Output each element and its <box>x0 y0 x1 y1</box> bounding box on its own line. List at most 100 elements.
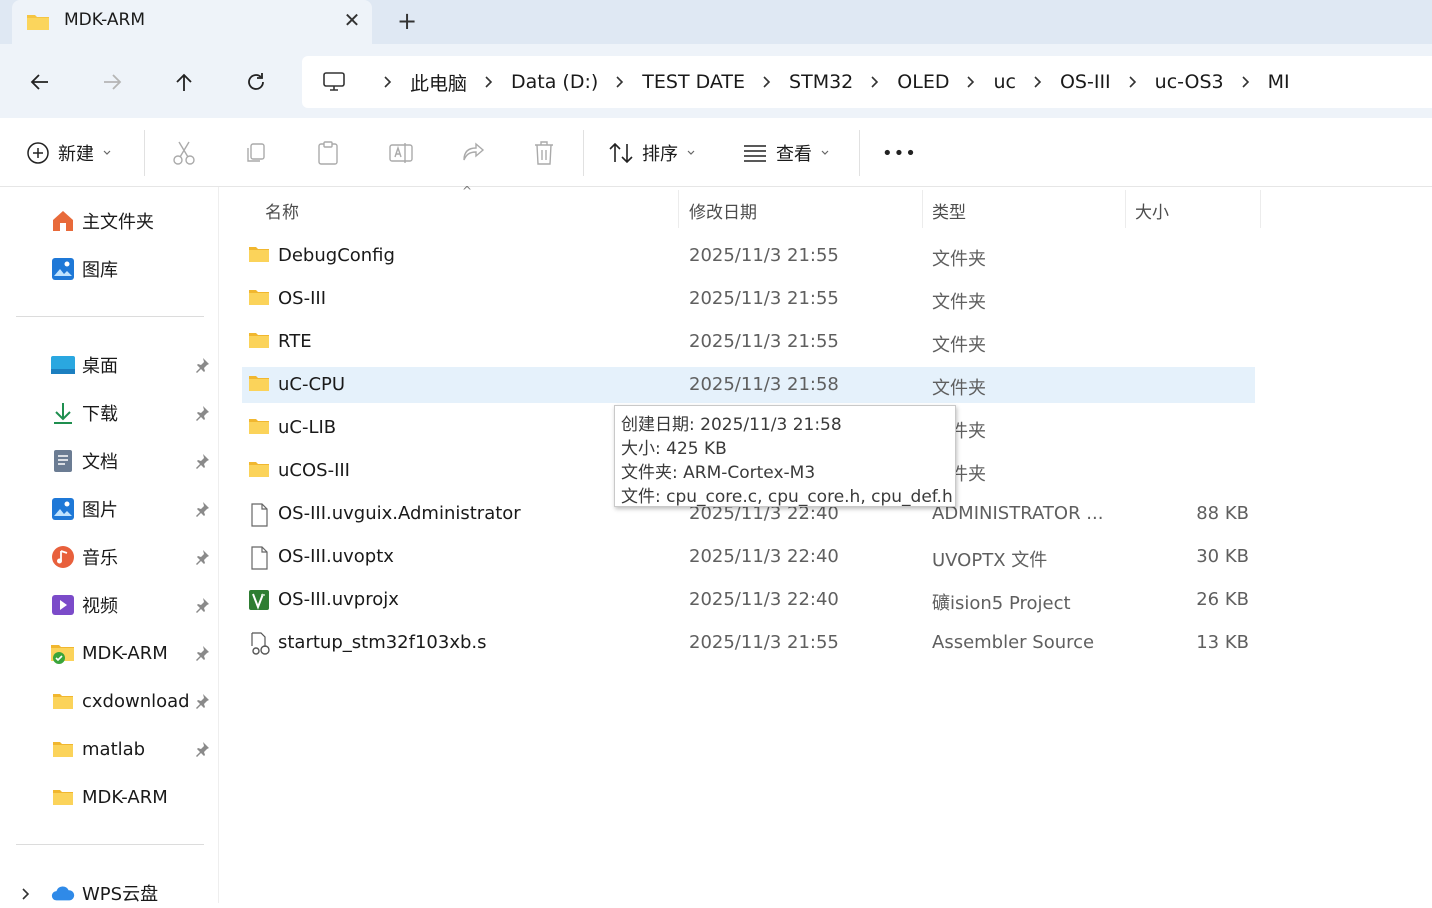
back-button[interactable] <box>22 64 58 100</box>
sidebar-item-label: matlab <box>82 738 146 760</box>
video-icon <box>50 593 76 617</box>
navigation-bar: 此电脑 Data (D:) TEST DATE STM32 OLED uc OS-III uc… <box>0 44 1432 118</box>
document-icon <box>50 449 76 473</box>
sidebar-item[interactable]: 下载 <box>50 398 118 428</box>
more-options-button[interactable]: ••• <box>882 138 917 168</box>
column-divider[interactable] <box>922 190 923 228</box>
breadcrumb-item[interactable]: OLED <box>897 71 949 93</box>
file-size: 26 KB <box>1196 589 1249 610</box>
breadcrumb-item[interactable]: uc <box>993 71 1016 93</box>
sidebar-item[interactable]: MDK-ARM <box>50 638 168 668</box>
file-type: 文件夹 <box>932 378 986 399</box>
breadcrumb-item[interactable]: OS-III <box>1060 71 1111 93</box>
file-row[interactable]: startup_stm32f103xb.s 2025/11/3 21:55 Asse… <box>242 625 1255 661</box>
sidebar-item-label: 视频 <box>82 596 118 617</box>
chevron-down-icon <box>103 150 111 155</box>
file-row[interactable]: OS-III.uvoptx 2025/11/3 22:40 UVOPTX 文件 30 … <box>242 539 1255 575</box>
column-type[interactable]: 类型 <box>932 198 966 223</box>
cloud-icon <box>50 883 76 903</box>
pin-icon[interactable] <box>194 453 210 469</box>
paste-button[interactable] <box>316 138 340 168</box>
pin-icon[interactable] <box>194 597 210 613</box>
column-divider[interactable] <box>1125 190 1126 228</box>
clipboard-icon <box>318 141 338 165</box>
file-row[interactable]: DebugConfig 2025/11/3 21:55 文件夹 <box>242 238 1255 274</box>
column-size[interactable]: 大小 <box>1135 198 1169 223</box>
column-date[interactable]: 修改日期 <box>689 198 757 223</box>
breadcrumb-item[interactable]: 此电脑 <box>410 69 467 96</box>
refresh-button[interactable] <box>238 64 274 100</box>
sidebar-item[interactable]: 主文件夹 <box>50 206 154 236</box>
breadcrumb-item[interactable]: uc-OS3 <box>1155 71 1224 93</box>
sidebar-item[interactable]: matlab <box>50 734 145 764</box>
sort-button[interactable]: 排序 <box>608 138 696 168</box>
sidebar-item[interactable]: 文档 <box>50 446 118 476</box>
sidebar-item[interactable]: WPS云盘 <box>50 878 158 908</box>
column-name[interactable]: 名称 <box>265 198 299 223</box>
forward-button[interactable] <box>94 64 130 100</box>
rename-button[interactable] <box>388 138 414 168</box>
view-button[interactable]: 查看 <box>742 138 830 168</box>
tab-mdk-arm[interactable]: MDK-ARM ✕ <box>12 0 372 44</box>
breadcrumb-separator-icon[interactable] <box>1111 75 1155 89</box>
column-divider[interactable] <box>678 190 679 228</box>
cut-button[interactable] <box>172 138 196 168</box>
folder-synced-icon <box>50 642 76 664</box>
folder-icon <box>248 374 270 396</box>
tooltip-size: 大小: 425 KB <box>621 439 727 459</box>
breadcrumb-separator-icon[interactable] <box>1224 75 1268 89</box>
file-type: 礦ision5 Project <box>932 593 1071 614</box>
sidebar-item[interactable]: 图片 <box>50 494 118 524</box>
chevron-down-icon <box>821 150 829 155</box>
pin-icon[interactable] <box>194 645 210 661</box>
delete-button[interactable] <box>532 138 556 168</box>
chevron-right-icon[interactable] <box>20 886 32 905</box>
column-divider[interactable] <box>1260 190 1261 228</box>
breadcrumb-separator-icon[interactable] <box>853 75 897 89</box>
new-button[interactable]: 新建 <box>26 138 112 168</box>
file-date: 2025/11/3 22:40 <box>689 589 839 610</box>
folder-icon <box>248 245 270 267</box>
breadcrumb-item[interactable]: MI <box>1268 71 1290 93</box>
file-row[interactable]: OS-III 2025/11/3 21:55 文件夹 <box>242 281 1255 317</box>
computer-icon[interactable] <box>302 71 366 93</box>
file-row[interactable]: uC-CPU 2025/11/3 21:58 文件夹 <box>242 367 1255 403</box>
copy-button[interactable] <box>244 138 268 168</box>
pin-icon[interactable] <box>194 501 210 517</box>
file-size: 88 KB <box>1196 503 1249 524</box>
address-bar[interactable]: 此电脑 Data (D:) TEST DATE STM32 OLED uc OS-III uc… <box>302 56 1432 108</box>
close-tab-button[interactable]: ✕ <box>340 8 364 32</box>
sidebar-item[interactable]: 图库 <box>50 254 118 284</box>
breadcrumb-item[interactable]: Data (D:) <box>511 71 598 93</box>
pin-icon[interactable] <box>194 741 210 757</box>
breadcrumb-item[interactable]: TEST DATE <box>642 71 745 93</box>
pin-icon[interactable] <box>194 405 210 421</box>
breadcrumb-separator-icon[interactable] <box>598 75 642 89</box>
up-button[interactable] <box>166 64 202 100</box>
new-tab-button[interactable]: + <box>392 6 422 36</box>
chevron-down-icon <box>687 150 695 155</box>
breadcrumb-separator-icon[interactable] <box>366 75 410 89</box>
sidebar-item[interactable]: MDK-ARM <box>50 782 168 812</box>
file-name: OS-III.uvguix.Administrator <box>278 503 521 524</box>
sidebar-item[interactable]: 音乐 <box>50 542 118 572</box>
pin-icon[interactable] <box>194 693 210 709</box>
breadcrumb-separator-icon[interactable] <box>467 75 511 89</box>
scissors-icon <box>173 141 195 165</box>
breadcrumb-separator-icon[interactable] <box>1016 75 1060 89</box>
new-label: 新建 <box>58 144 94 165</box>
breadcrumb-item[interactable]: STM32 <box>789 71 853 93</box>
pin-icon[interactable] <box>194 357 210 373</box>
file-date: 2025/11/3 22:40 <box>689 546 839 567</box>
file-row[interactable]: OS-III.uvprojx 2025/11/3 22:40 礦ision5 Pro… <box>242 582 1255 618</box>
sidebar-item[interactable]: 视频 <box>50 590 118 620</box>
file-name: uCOS-III <box>278 460 350 481</box>
breadcrumb-separator-icon[interactable] <box>949 75 993 89</box>
share-button[interactable] <box>460 138 486 168</box>
pin-icon[interactable] <box>194 549 210 565</box>
sidebar-item[interactable]: cxdownload <box>50 686 190 716</box>
tooltip-created: 创建日期: 2025/11/3 21:58 <box>621 415 842 435</box>
breadcrumb-separator-icon[interactable] <box>745 75 789 89</box>
sidebar-item[interactable]: 桌面 <box>50 350 118 380</box>
file-row[interactable]: RTE 2025/11/3 21:55 文件夹 <box>242 324 1255 360</box>
